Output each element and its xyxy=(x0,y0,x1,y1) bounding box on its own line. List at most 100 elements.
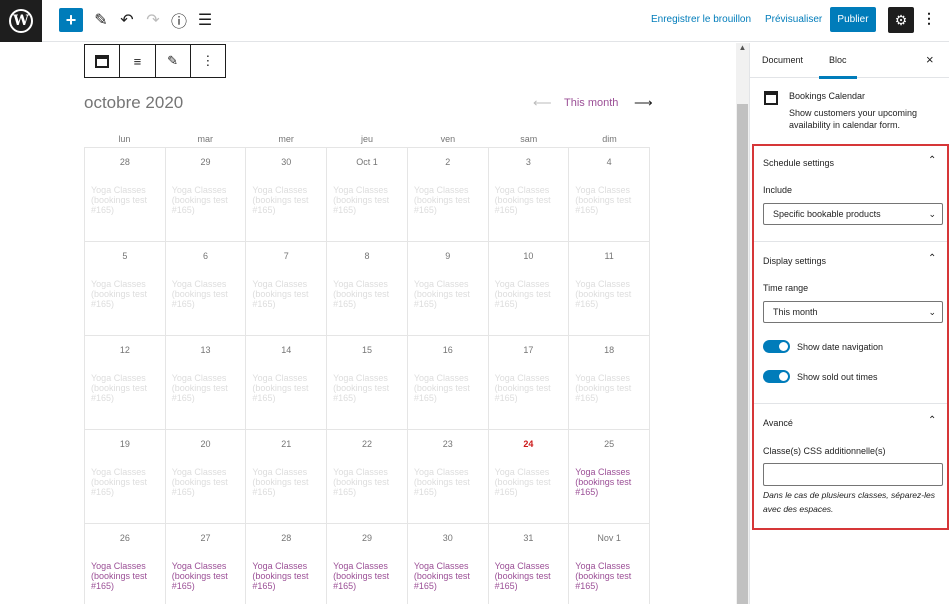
save-draft-button[interactable]: Enregistrer le brouillon xyxy=(651,14,751,25)
calendar-day-cell[interactable]: 5 Yoga Classes (bookings test #165) xyxy=(85,242,166,336)
redo-icon[interactable]: ↷ xyxy=(144,8,162,32)
calendar-day-cell[interactable]: 8 Yoga Classes (bookings test #165) xyxy=(327,242,408,336)
calendar-event-link: Yoga Classes (bookings test #165) xyxy=(333,185,390,215)
advanced-panel: Avancé ⌃ Classe(s) CSS additionnelle(s) … xyxy=(754,404,947,528)
info-icon[interactable]: ⓘ xyxy=(170,8,188,32)
calendar-event-link[interactable]: Yoga Classes (bookings test #165) xyxy=(575,467,643,497)
calendar-day-cell[interactable]: 18 Yoga Classes (bookings test #165) xyxy=(569,336,650,430)
calendar-day-cell[interactable]: 17 Yoga Classes (bookings test #165) xyxy=(488,336,570,430)
calendar-day-cell[interactable]: 28 Yoga Classes (bookings test #165) xyxy=(246,524,328,604)
calendar-day-cell[interactable]: 20 Yoga Classes (bookings test #165) xyxy=(165,430,247,524)
calendar-event-link: Yoga Classes (bookings test #165) xyxy=(494,467,551,497)
more-options-icon[interactable]: ⋮ xyxy=(922,10,936,27)
chevron-up-icon[interactable]: ⌃ xyxy=(928,253,936,264)
calendar-day-number: 29 xyxy=(200,157,211,167)
undo-icon[interactable]: ↶ xyxy=(118,8,136,32)
sidebar-tabs: Document Bloc × xyxy=(750,43,949,79)
calendar-day-cell[interactable]: 29 Yoga Classes (bookings test #165) xyxy=(327,524,408,604)
calendar-day-cell[interactable]: 23 Yoga Classes (bookings test #165) xyxy=(407,430,489,524)
calendar-event-link: Yoga Classes (bookings test #165) xyxy=(91,185,148,215)
calendar-event-link[interactable]: Yoga Classes (bookings test #165) xyxy=(333,561,401,591)
calendar-day-cell[interactable]: Oct 1 Yoga Classes (bookings test #165) xyxy=(327,148,408,242)
calendar-day-cell[interactable]: 15 Yoga Classes (bookings test #165) xyxy=(327,336,408,430)
calendar-day-cell[interactable]: 28 Yoga Classes (bookings test #165) xyxy=(85,148,166,242)
calendar-event-link: Yoga Classes (bookings test #165) xyxy=(575,185,632,215)
next-month-arrow-icon[interactable]: ⟶ xyxy=(634,95,653,111)
calendar-day-number: 18 xyxy=(604,345,615,355)
calendar-event-link: Yoga Classes (bookings test #165) xyxy=(333,279,390,309)
add-block-button[interactable]: + xyxy=(59,8,83,32)
calendar-day-cell[interactable]: 31 Yoga Classes (bookings test #165) xyxy=(489,524,570,604)
tab-block[interactable]: Bloc xyxy=(819,55,856,79)
calendar-day-cell[interactable]: 7 Yoga Classes (bookings test #165) xyxy=(246,242,328,336)
schedule-settings-toggle[interactable]: Schedule settings xyxy=(763,158,834,168)
scrollbar-thumb[interactable] xyxy=(737,104,748,604)
calendar-event-link[interactable]: Yoga Classes (bookings test #165) xyxy=(575,561,643,591)
calendar-day-cell[interactable]: 25 Yoga Classes (bookings test #165) xyxy=(569,430,650,524)
calendar-day-cell[interactable]: 21 Yoga Classes (bookings test #165) xyxy=(246,430,328,524)
weekday-header: dim xyxy=(602,134,617,144)
calendar-day-cell[interactable]: 13 Yoga Classes (bookings test #165) xyxy=(165,336,247,430)
close-sidebar-icon[interactable]: × xyxy=(926,52,934,67)
calendar-day-cell[interactable]: Nov 1 Yoga Classes (bookings test #165) xyxy=(569,524,650,604)
calendar-event-link[interactable]: Yoga Classes (bookings test #165) xyxy=(495,561,563,591)
css-class-input[interactable] xyxy=(763,463,943,486)
calendar-day-cell[interactable]: 12 Yoga Classes (bookings test #165) xyxy=(85,336,166,430)
calendar-day-cell[interactable]: 10 Yoga Classes (bookings test #165) xyxy=(488,242,570,336)
calendar-day-cell[interactable]: 16 Yoga Classes (bookings test #165) xyxy=(407,336,489,430)
calendar-event-link: Yoga Classes (bookings test #165) xyxy=(413,279,470,309)
calendar-day-cell[interactable]: 9 Yoga Classes (bookings test #165) xyxy=(407,242,489,336)
scroll-up-arrow-icon[interactable]: ▲ xyxy=(736,43,749,55)
edit-tools-icon[interactable]: ✎ xyxy=(92,8,110,32)
calendar-day-cell[interactable]: 22 Yoga Classes (bookings test #165) xyxy=(327,430,408,524)
previous-month-arrow-icon[interactable]: ⟵ xyxy=(533,95,552,111)
calendar-day-cell[interactable]: 14 Yoga Classes (bookings test #165) xyxy=(246,336,328,430)
calendar-day-number: 2 xyxy=(445,157,451,167)
time-range-select[interactable]: This month ⌄ xyxy=(763,301,943,323)
calendar-icon xyxy=(764,91,778,105)
calendar-day-cell[interactable]: 30 Yoga Classes (bookings test #165) xyxy=(246,148,328,242)
calendar-day-number: 24 xyxy=(523,439,534,449)
calendar-day-cell[interactable]: 3 Yoga Classes (bookings test #165) xyxy=(488,148,570,242)
calendar-event-link[interactable]: Yoga Classes (bookings test #165) xyxy=(414,561,482,591)
advanced-toggle[interactable]: Avancé xyxy=(763,418,793,428)
calendar-day-cell[interactable]: 26 Yoga Classes (bookings test #165) xyxy=(85,524,166,604)
calendar-day-number: 29 xyxy=(361,533,372,543)
calendar-day-number: 4 xyxy=(606,157,612,167)
calendar-day-cell[interactable]: 30 Yoga Classes (bookings test #165) xyxy=(408,524,489,604)
preview-button[interactable]: Prévisualiser xyxy=(765,14,822,25)
pencil-icon[interactable]: ✎ xyxy=(156,45,191,77)
tab-document[interactable]: Document xyxy=(762,55,803,65)
calendar-event-link: Yoga Classes (bookings test #165) xyxy=(171,185,228,215)
display-settings-toggle[interactable]: Display settings xyxy=(763,256,826,266)
calendar-day-cell[interactable]: 29 Yoga Classes (bookings test #165) xyxy=(165,148,247,242)
calendar-event-link: Yoga Classes (bookings test #165) xyxy=(91,279,148,309)
include-select[interactable]: Specific bookable products ⌄ xyxy=(763,203,943,225)
calendar-day-number: 31 xyxy=(523,533,534,543)
align-icon[interactable]: ≡ xyxy=(120,45,156,77)
calendar-day-cell[interactable]: 24 Yoga Classes (bookings test #165) xyxy=(488,430,570,524)
block-type-calendar-icon[interactable] xyxy=(85,45,121,77)
calendar-event-link: Yoga Classes (bookings test #165) xyxy=(171,373,228,403)
calendar-event-link[interactable]: Yoga Classes (bookings test #165) xyxy=(252,561,320,591)
chevron-up-icon[interactable]: ⌃ xyxy=(928,155,936,166)
calendar-day-cell[interactable]: 19 Yoga Classes (bookings test #165) xyxy=(85,430,166,524)
list-view-icon[interactable]: ☰ xyxy=(196,8,214,32)
show-date-navigation-toggle[interactable] xyxy=(763,340,790,353)
block-card-description: Show customers your upcoming availabilit… xyxy=(789,108,918,130)
publish-button[interactable]: Publier xyxy=(830,7,876,32)
calendar-day-cell[interactable]: 11 Yoga Classes (bookings test #165) xyxy=(569,242,650,336)
calendar-event-link[interactable]: Yoga Classes (bookings test #165) xyxy=(91,561,159,591)
calendar-day-cell[interactable]: 27 Yoga Classes (bookings test #165) xyxy=(166,524,247,604)
calendar-day-cell[interactable]: 2 Yoga Classes (bookings test #165) xyxy=(407,148,489,242)
calendar-day-number: 26 xyxy=(119,533,130,543)
wordpress-logo-button[interactable]: W xyxy=(0,0,42,42)
calendar-day-cell[interactable]: 6 Yoga Classes (bookings test #165) xyxy=(165,242,247,336)
current-month-link[interactable]: This month xyxy=(564,97,618,109)
block-more-options-icon[interactable]: ⋮ xyxy=(191,45,225,77)
calendar-day-cell[interactable]: 4 Yoga Classes (bookings test #165) xyxy=(569,148,650,242)
settings-gear-icon[interactable]: ⚙ xyxy=(888,7,914,33)
chevron-up-icon[interactable]: ⌃ xyxy=(928,415,936,426)
calendar-event-link[interactable]: Yoga Classes (bookings test #165) xyxy=(172,561,240,591)
show-sold-out-toggle[interactable] xyxy=(763,370,790,383)
